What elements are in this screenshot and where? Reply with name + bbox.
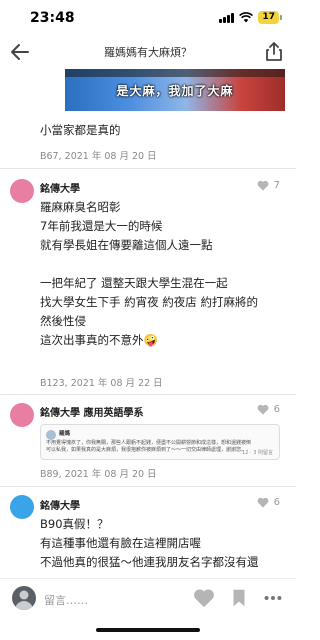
signal-icon [219, 12, 235, 23]
comment-line: 這次出事真的不意外🤪 [40, 333, 158, 347]
divider [0, 394, 296, 395]
battery-tip [280, 15, 282, 20]
comment-line: 羅麻麻臭名昭彰 [40, 200, 121, 214]
comment-b123-body: 羅麻麻臭名昭彰 7年前我還是大一的時候 就有學長姐在傳要離這個人遠一點 一把年紀… [40, 198, 258, 350]
heart-icon[interactable] [193, 587, 215, 609]
page-title: 羅媽媽有大麻煩？ [104, 46, 192, 59]
avatar-pink[interactable] [10, 403, 34, 427]
comment-line: B90真假！？ [40, 517, 109, 531]
comment-author[interactable]: 銘傳大學 [40, 497, 80, 512]
comment-image[interactable]: 是大麻，我加了大麻 [65, 69, 285, 111]
comment-blank-line [40, 255, 258, 274]
quote-author: 羅媽 [59, 431, 71, 437]
avatar-blue[interactable] [10, 495, 34, 519]
image-top-stripe [65, 69, 285, 77]
my-avatar[interactable] [12, 586, 36, 610]
heart-icon [257, 404, 269, 415]
like-count: 6 [273, 404, 280, 415]
quote-line: 可以私我，如果我真的是大麻煩，我很抱歉你被麻煩到了～～一切交由律師處理，謝謝您。 [46, 447, 247, 453]
battery-indicator: 17 [258, 11, 279, 24]
like-count: 7 [273, 180, 280, 191]
like-button[interactable]: 7 [257, 180, 280, 191]
divider [0, 168, 296, 169]
comment-b67-meta: B67, 2021 年 08 月 20 日 [40, 151, 157, 162]
divider [0, 486, 296, 487]
comment-line: 7年前我還是大一的時候 [40, 219, 163, 233]
status-time: 23:48 [30, 10, 75, 26]
bottom-bar: 留言…… [0, 578, 296, 619]
comment-line: 找大學女生下手 約宵夜 約夜店 約打麻將的 [40, 295, 258, 309]
post-header: 羅媽媽有大麻煩？ [0, 38, 296, 68]
quoted-screenshot[interactable]: 羅媽 不用覺得愧疚了，你我無關，那些人跟虧不起錢，便盡不公開耕營節和成這樣，想和… [40, 424, 280, 460]
image-caption: 是大麻，我加了大麻 [116, 84, 234, 98]
avatar-pink[interactable] [10, 179, 34, 203]
comment-line: 然後性侵 [40, 314, 86, 328]
more-icon[interactable] [262, 587, 284, 609]
home-indicator [96, 628, 200, 632]
comment-line: 一把年紀了 還整天跟大學生混在一起 [40, 276, 228, 290]
like-button[interactable]: 6 [257, 497, 280, 508]
status-icons: 17 [219, 11, 282, 24]
status-bar: 23:48 17 [0, 0, 296, 38]
user-icon [15, 590, 33, 610]
wifi-icon [239, 12, 254, 23]
quote-reactions: 12 · 3 則留言 [242, 450, 273, 456]
comment-b123-meta: B123, 2021 年 08 月 22 日 [40, 378, 163, 389]
share-icon[interactable] [262, 40, 286, 64]
comment-b67-text: 小當家都是真的 [40, 123, 121, 137]
comment-b89-meta: B89, 2021 年 08 月 20 日 [40, 469, 157, 480]
heart-icon [257, 497, 269, 508]
like-count: 6 [273, 497, 280, 508]
like-button[interactable]: 6 [257, 404, 280, 415]
quote-line: 不用覺得愧疚了，你我無關，那些人跟虧不起錢，便盡不公開耕營節和成這樣，想和還錢被… [46, 440, 252, 446]
comment-input[interactable]: 留言…… [44, 592, 88, 608]
heart-icon [257, 180, 269, 191]
bookmark-icon[interactable] [228, 587, 250, 609]
comment-line: 就有學長姐在傳要離這個人遠一點 [40, 238, 213, 252]
comment-b90-body: B90真假！？ 有這種事他還有臉在這裡開店喔 不過他真的很猛～他連我朋友名字都沒… [40, 515, 259, 572]
comment-line: 有這種事他還有臉在這裡開店喔 [40, 536, 201, 550]
back-arrow-icon[interactable] [8, 40, 32, 64]
comment-line: 不過他真的很猛～他連我朋友名字都沒有還 [40, 555, 259, 569]
comment-author[interactable]: 銘傳大學 應用英語學系 [40, 404, 143, 419]
comment-author[interactable]: 銘傳大學 [40, 180, 80, 195]
